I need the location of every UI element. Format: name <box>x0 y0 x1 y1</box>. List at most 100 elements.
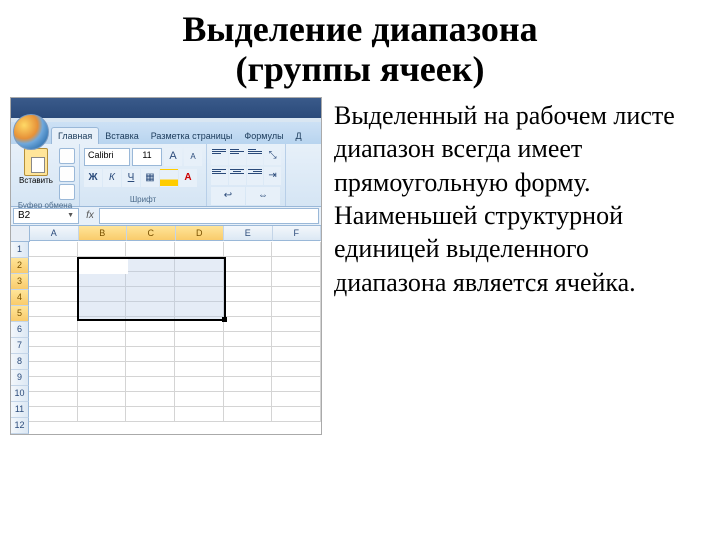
cell[interactable] <box>224 392 273 407</box>
cell[interactable] <box>175 392 224 407</box>
col-header-d[interactable]: D <box>176 226 225 241</box>
col-header-f[interactable]: F <box>273 226 322 241</box>
cell[interactable] <box>224 332 273 347</box>
format-painter-icon[interactable] <box>59 184 75 200</box>
row-header-8[interactable]: 8 <box>11 354 29 370</box>
cell[interactable] <box>29 392 78 407</box>
cell[interactable] <box>78 272 127 287</box>
cell[interactable] <box>126 407 175 422</box>
row-header-1[interactable]: 1 <box>11 242 29 258</box>
cell[interactable] <box>175 287 224 302</box>
cell[interactable] <box>224 257 273 272</box>
cell[interactable] <box>126 302 175 317</box>
decrease-font-button[interactable]: A <box>184 148 202 166</box>
row-header-5[interactable]: 5 <box>11 306 29 322</box>
col-header-b[interactable]: B <box>79 226 128 241</box>
row-header-9[interactable]: 9 <box>11 370 29 386</box>
cell[interactable] <box>272 287 321 302</box>
tab-data[interactable]: Д <box>290 128 308 144</box>
cell[interactable] <box>126 362 175 377</box>
orientation-button[interactable]: ⤡ <box>264 147 281 165</box>
col-header-c[interactable]: C <box>127 226 176 241</box>
font-name-select[interactable]: Calibri <box>84 148 130 166</box>
cell[interactable] <box>78 287 127 302</box>
cell[interactable] <box>224 287 273 302</box>
cell[interactable] <box>78 392 127 407</box>
fx-button[interactable]: fx <box>81 207 99 225</box>
cell[interactable] <box>29 362 78 377</box>
cell[interactable] <box>175 242 224 257</box>
italic-button[interactable]: К <box>103 169 121 187</box>
cell[interactable] <box>175 302 224 317</box>
cell[interactable] <box>29 332 78 347</box>
cell[interactable] <box>78 362 127 377</box>
cell[interactable] <box>29 242 78 257</box>
row-header-11[interactable]: 11 <box>11 402 29 418</box>
bold-button[interactable]: Ж <box>84 169 102 187</box>
cell[interactable] <box>272 392 321 407</box>
tab-formulas[interactable]: Формулы <box>238 128 289 144</box>
cell[interactable] <box>126 317 175 332</box>
cell[interactable] <box>29 287 78 302</box>
align-middle-button[interactable] <box>229 147 246 165</box>
cell[interactable] <box>272 347 321 362</box>
formula-bar[interactable] <box>99 208 319 224</box>
underline-button[interactable]: Ч <box>122 169 140 187</box>
cell[interactable] <box>175 272 224 287</box>
cell[interactable] <box>126 392 175 407</box>
merge-button[interactable]: ⇔ <box>246 187 280 205</box>
cell[interactable] <box>175 332 224 347</box>
cell[interactable] <box>78 407 127 422</box>
copy-icon[interactable] <box>59 166 75 182</box>
cell[interactable] <box>29 377 78 392</box>
tab-pagelayout[interactable]: Разметка страницы <box>145 128 239 144</box>
cell[interactable] <box>78 257 127 272</box>
tab-home[interactable]: Главная <box>51 127 99 144</box>
cell[interactable] <box>29 302 78 317</box>
border-button[interactable]: ▦ <box>141 169 159 187</box>
paste-button[interactable]: Вставить <box>15 146 57 200</box>
align-top-button[interactable] <box>211 147 228 165</box>
cell[interactable] <box>175 377 224 392</box>
cell[interactable] <box>126 377 175 392</box>
cell[interactable] <box>126 242 175 257</box>
cell[interactable] <box>78 347 127 362</box>
cell[interactable] <box>175 407 224 422</box>
align-left-button[interactable] <box>211 167 228 185</box>
cell[interactable] <box>272 257 321 272</box>
name-box[interactable]: B2 ▼ <box>13 208 79 224</box>
row-header-3[interactable]: 3 <box>11 274 29 290</box>
cell[interactable] <box>224 347 273 362</box>
row-header-7[interactable]: 7 <box>11 338 29 354</box>
select-all-corner[interactable] <box>11 226 30 242</box>
cell-grid[interactable] <box>29 242 321 434</box>
cell[interactable] <box>224 272 273 287</box>
cell[interactable] <box>224 317 273 332</box>
cell[interactable] <box>126 287 175 302</box>
cell[interactable] <box>272 272 321 287</box>
cell[interactable] <box>175 257 224 272</box>
cell[interactable] <box>224 302 273 317</box>
cell[interactable] <box>126 347 175 362</box>
cell[interactable] <box>272 242 321 257</box>
cell[interactable] <box>272 362 321 377</box>
increase-font-button[interactable]: A <box>164 148 182 166</box>
cell[interactable] <box>224 377 273 392</box>
indent-button[interactable]: ⇥ <box>264 167 281 185</box>
cell[interactable] <box>29 257 78 272</box>
cell[interactable] <box>175 347 224 362</box>
align-right-button[interactable] <box>247 167 264 185</box>
cell[interactable] <box>126 332 175 347</box>
cell[interactable] <box>78 242 127 257</box>
cell[interactable] <box>126 257 175 272</box>
cell[interactable] <box>29 272 78 287</box>
cell[interactable] <box>126 272 175 287</box>
col-header-e[interactable]: E <box>224 226 273 241</box>
tab-insert[interactable]: Вставка <box>99 128 144 144</box>
wrap-text-button[interactable]: ↩ <box>211 187 245 205</box>
cell[interactable] <box>29 317 78 332</box>
cell[interactable] <box>224 242 273 257</box>
row-header-6[interactable]: 6 <box>11 322 29 338</box>
cell[interactable] <box>175 362 224 377</box>
cell[interactable] <box>29 347 78 362</box>
